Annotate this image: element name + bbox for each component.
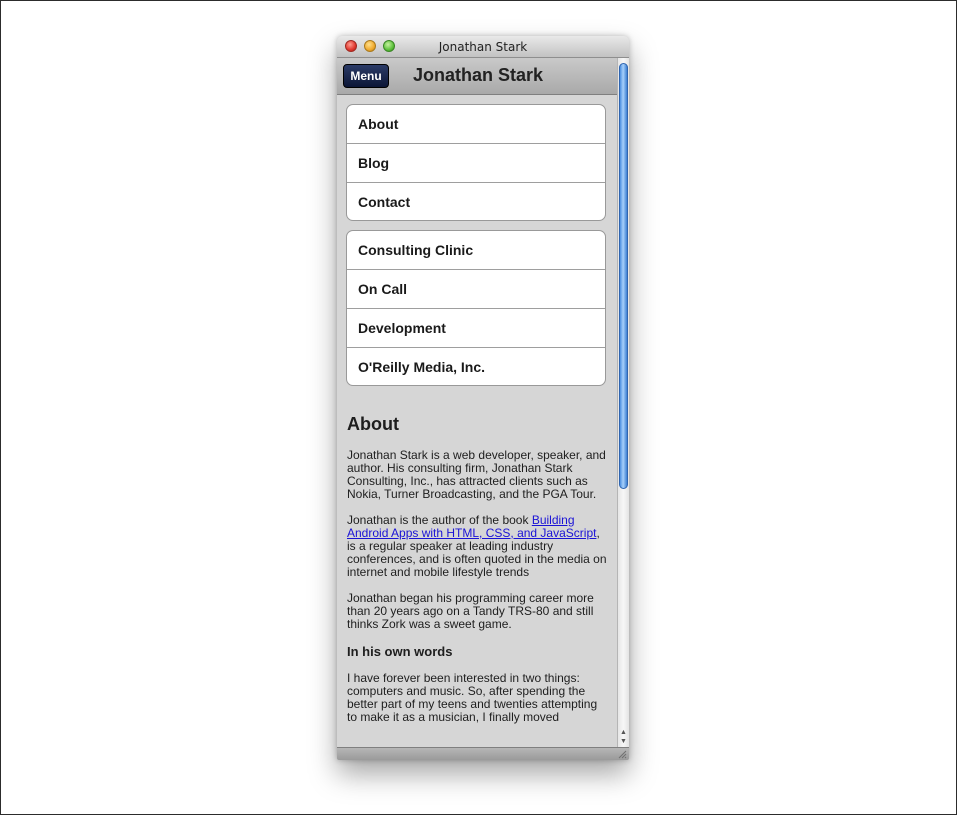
- nav-item-consulting-clinic[interactable]: Consulting Clinic: [347, 231, 605, 270]
- nav-item-on-call[interactable]: On Call: [347, 270, 605, 309]
- window-statusbar: [337, 747, 629, 760]
- browser-window: Jonathan Stark Menu Jonathan Stark About…: [337, 36, 629, 760]
- vertical-scrollbar[interactable]: ▲ ▼: [617, 58, 629, 747]
- window-title: Jonathan Stark: [438, 40, 528, 54]
- nav-group-services: Consulting Clinic On Call Development O'…: [346, 230, 606, 386]
- article-paragraph-3: Jonathan began his programming career mo…: [347, 591, 594, 631]
- article-paragraph-2: Jonathan is the author of the book Build…: [347, 514, 609, 579]
- about-article: About Jonathan Stark is a web developer,…: [347, 413, 609, 737]
- article-paragraph-4: I have forever been interested in two th…: [347, 671, 598, 724]
- nav-item-blog[interactable]: Blog: [347, 144, 605, 183]
- menu-button[interactable]: Menu: [343, 64, 389, 88]
- nav-item-about[interactable]: About: [347, 105, 605, 144]
- nav-item-oreilly-media[interactable]: O'Reilly Media, Inc.: [347, 348, 605, 385]
- nav-item-contact[interactable]: Contact: [347, 183, 605, 220]
- app-toolbar: Menu Jonathan Stark: [337, 58, 617, 95]
- scroll-up-arrow-icon[interactable]: ▲: [619, 728, 628, 737]
- page-content[interactable]: About Blog Contact Consulting Clinic On …: [337, 95, 617, 747]
- resize-grip-icon[interactable]: [618, 750, 627, 759]
- nav-item-development[interactable]: Development: [347, 309, 605, 348]
- page-title: Jonathan Stark: [413, 65, 544, 85]
- scroll-down-arrow-icon[interactable]: ▼: [619, 737, 628, 746]
- scrollbar-thumb[interactable]: [619, 63, 628, 489]
- article-heading: About: [347, 414, 399, 434]
- paragraph-2-intro: Jonathan is the author of the book: [347, 513, 532, 527]
- nav-group-main: About Blog Contact: [346, 104, 606, 221]
- article-paragraph-1: Jonathan Stark is a web developer, speak…: [347, 448, 606, 501]
- article-subheading: In his own words: [347, 644, 453, 659]
- window-titlebar[interactable]: Jonathan Stark: [337, 36, 629, 58]
